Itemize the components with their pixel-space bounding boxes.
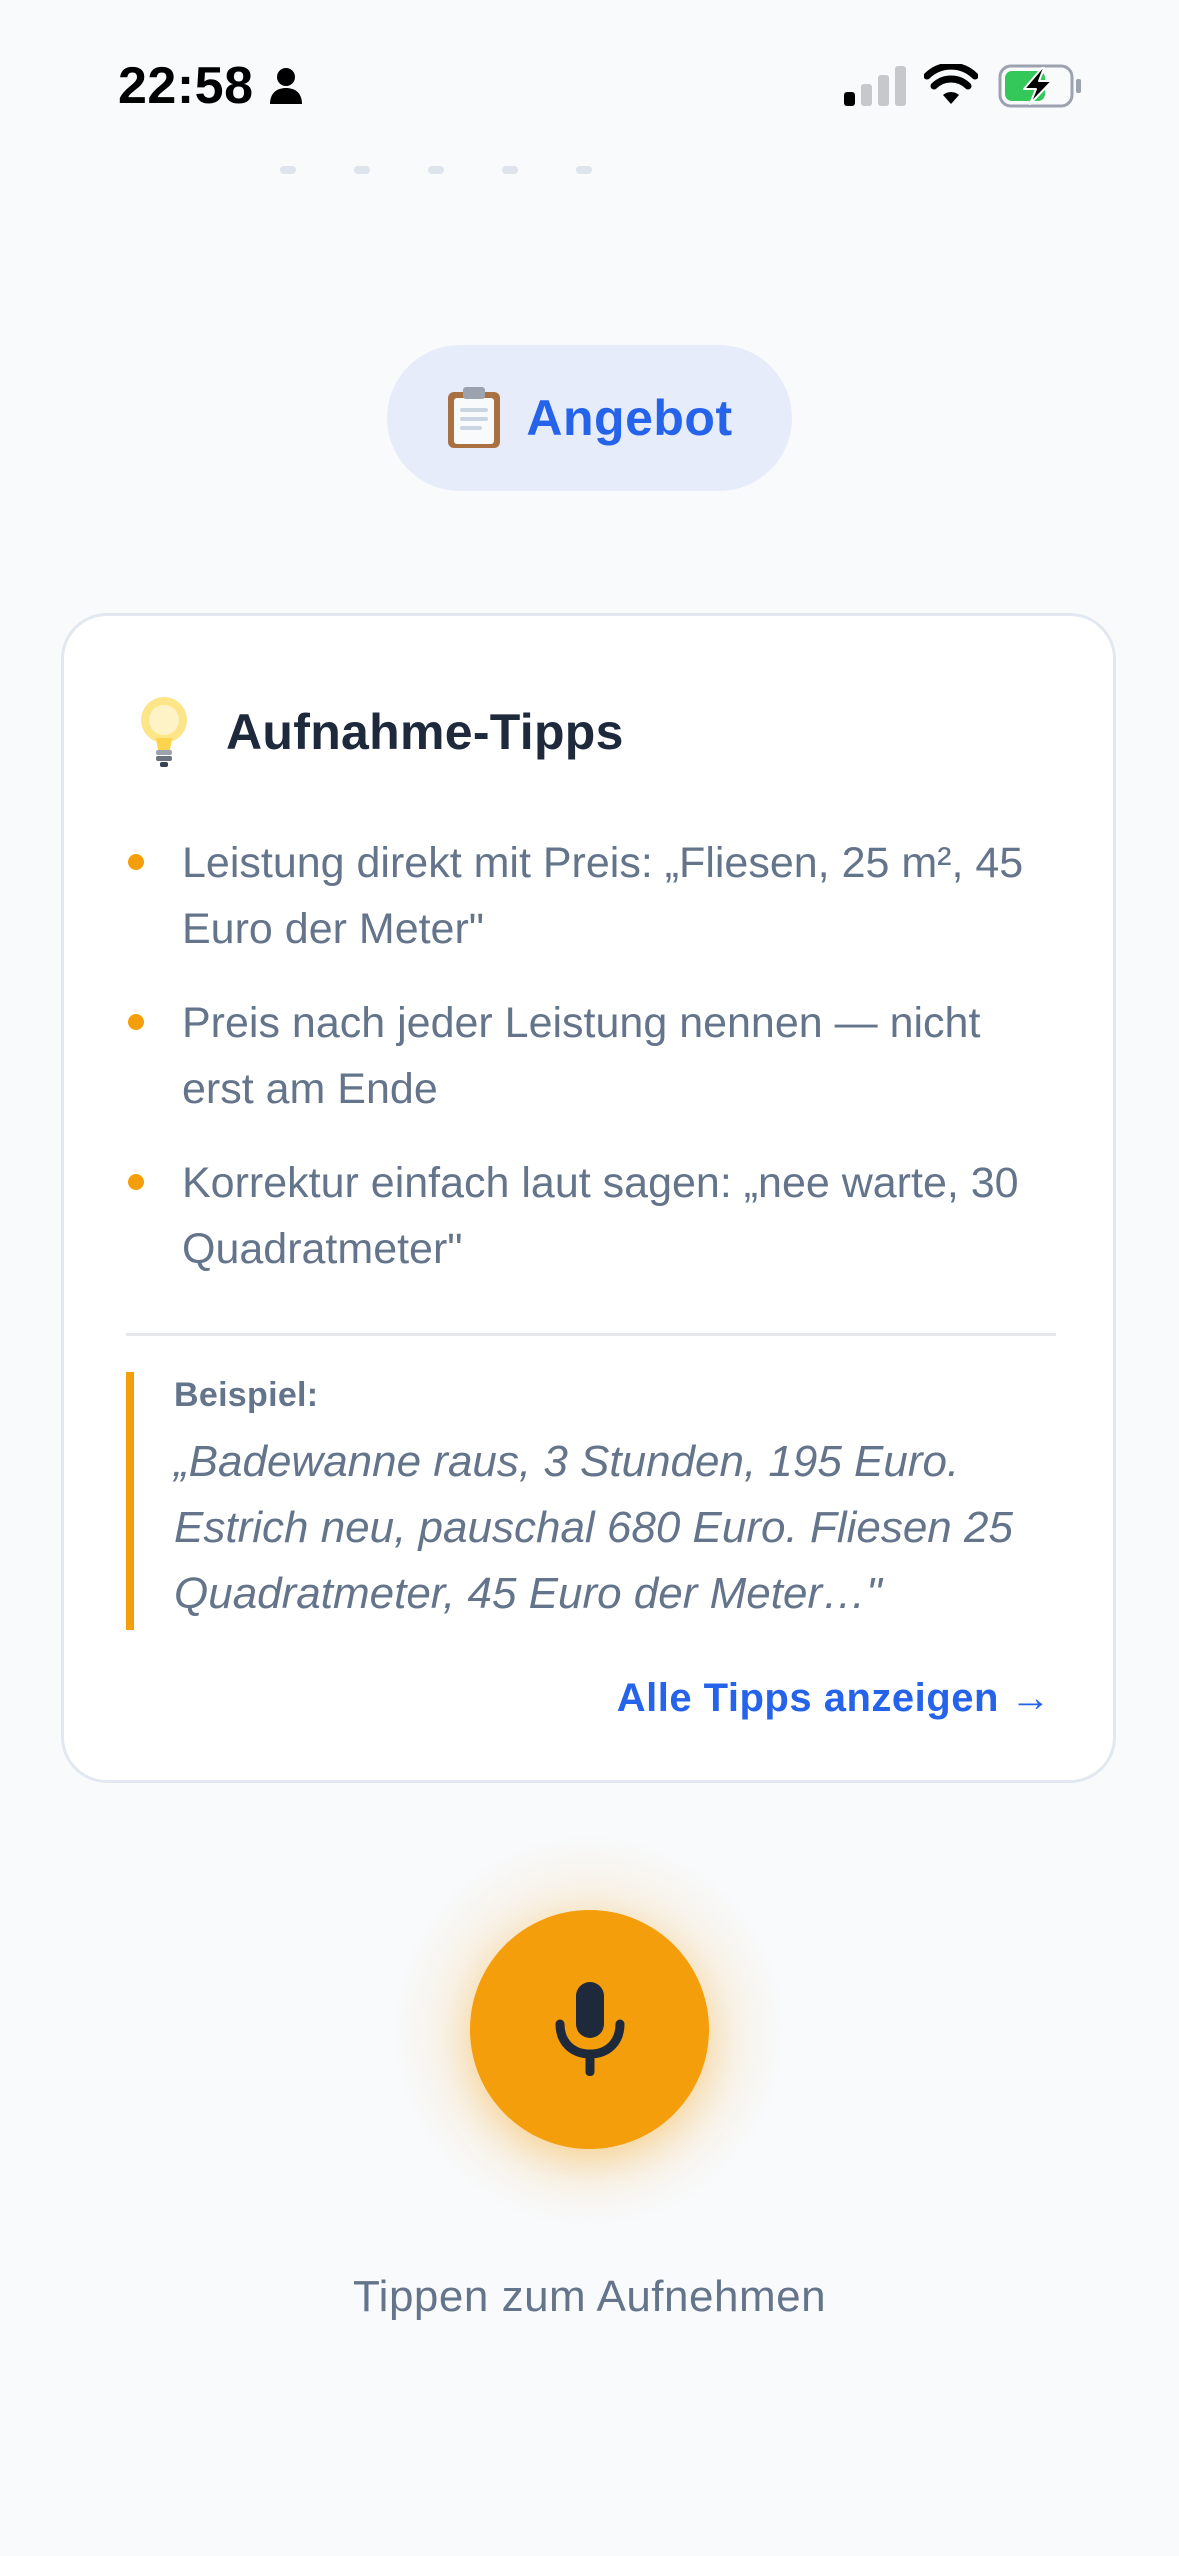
faded-mark bbox=[354, 166, 370, 174]
bullet-dot-icon bbox=[128, 854, 144, 870]
tip-item: Korrektur einfach laut sagen: „nee warte… bbox=[126, 1150, 1056, 1282]
faded-mark bbox=[502, 166, 518, 174]
record-button[interactable] bbox=[470, 1910, 709, 2149]
clipboard-icon bbox=[448, 387, 501, 448]
lightbulb-icon bbox=[141, 697, 187, 767]
tips-title: Aufnahme-Tipps bbox=[226, 704, 624, 760]
battery-charging-icon bbox=[998, 64, 1081, 108]
example-quote: Beispiel: „Badewanne raus, 3 Stunden, 19… bbox=[126, 1372, 1056, 1630]
microphone-icon bbox=[555, 1981, 624, 2076]
status-time-group: 22:58 bbox=[118, 56, 304, 116]
tip-text: Preis nach jeder Leistung nennen — nicht… bbox=[182, 999, 981, 1113]
faded-mark bbox=[576, 166, 592, 174]
cellular-signal-icon bbox=[844, 66, 906, 106]
show-all-tips-link[interactable]: Alle Tipps anzeigen → bbox=[617, 1676, 1051, 1721]
tip-item: Preis nach jeder Leistung nennen — nicht… bbox=[126, 990, 1056, 1122]
tip-item: Leistung direkt mit Preis: „Fliesen, 25 … bbox=[126, 830, 1056, 962]
wifi-icon bbox=[924, 64, 978, 104]
tip-text: Korrektur einfach laut sagen: „nee warte… bbox=[182, 1159, 1019, 1273]
status-time: 22:58 bbox=[118, 57, 254, 115]
bullet-dot-icon bbox=[128, 1174, 144, 1190]
card-divider bbox=[126, 1333, 1056, 1336]
record-hint: Tippen zum Aufnehmen bbox=[352, 2272, 827, 2321]
example-text: „Badewanne raus, 3 Stunden, 195 Euro. Es… bbox=[174, 1437, 1013, 1618]
tips-header: Aufnahme-Tipps bbox=[136, 694, 624, 770]
faded-mark bbox=[280, 166, 296, 174]
example-label: Beispiel: bbox=[174, 1376, 319, 1414]
tips-list: Leistung direkt mit Preis: „Fliesen, 25 … bbox=[126, 830, 1056, 1310]
scrolled-content-hint bbox=[280, 166, 592, 174]
faded-mark bbox=[428, 166, 444, 174]
mode-chip-angebot[interactable]: Angebot bbox=[387, 345, 792, 491]
mode-chip-label: Angebot bbox=[526, 390, 733, 446]
status-bar: 22:58 bbox=[0, 0, 1179, 170]
tip-text: Leistung direkt mit Preis: „Fliesen, 25 … bbox=[182, 839, 1024, 953]
recording-tips-card: Aufnahme-Tipps Leistung direkt mit Preis… bbox=[61, 613, 1116, 1783]
bullet-dot-icon bbox=[128, 1014, 144, 1030]
person-icon bbox=[269, 68, 302, 104]
